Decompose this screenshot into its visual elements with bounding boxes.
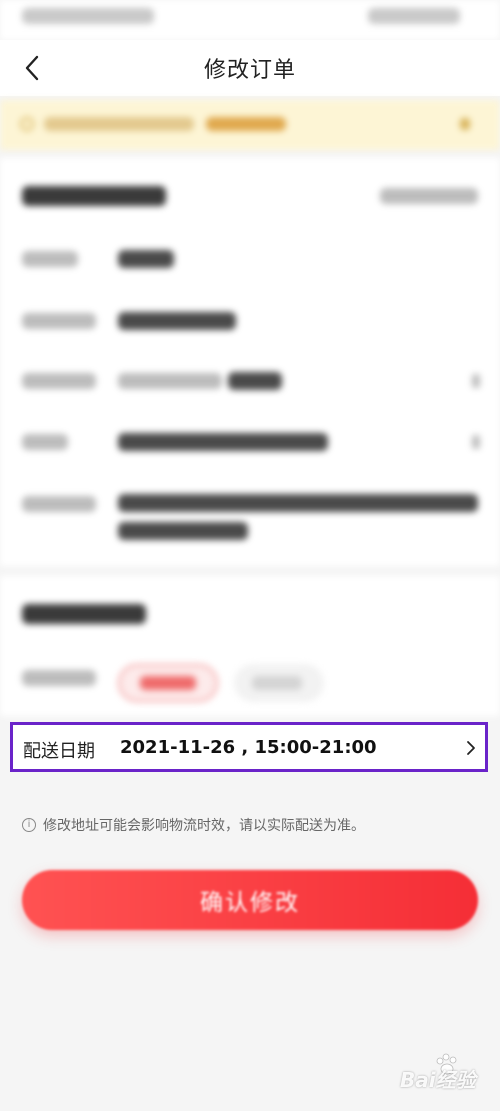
notice-banner[interactable]: [0, 100, 500, 150]
chevron-right-icon: [467, 741, 475, 755]
watermark-text: Bai经验: [400, 1068, 476, 1092]
delivery-date-label: 配送日期: [23, 741, 95, 762]
chevron-right-icon: [472, 374, 480, 388]
delivery-option[interactable]: [234, 664, 324, 702]
delivery-option-selected[interactable]: [118, 664, 218, 702]
hint-line: i 修改地址可能会影响物流时效，请以实际配送为准。: [22, 814, 482, 836]
region-district-placeholder[interactable]: [228, 372, 282, 390]
notice-text-placeholder: [44, 117, 194, 131]
status-right-placeholder: [368, 8, 460, 24]
info-circle-icon: i: [22, 818, 36, 832]
detail-address-line2-placeholder[interactable]: [118, 522, 248, 540]
nav-bar: 修改订单: [0, 40, 500, 96]
street-placeholder[interactable]: [118, 433, 328, 451]
chevron-right-icon: [472, 435, 480, 449]
switch-address-placeholder[interactable]: [380, 188, 478, 204]
receiver-name-placeholder[interactable]: [118, 250, 174, 268]
receiver-info-card: [0, 158, 500, 566]
field-label-placeholder: [22, 251, 78, 267]
phone-placeholder[interactable]: [118, 312, 236, 330]
notice-icon: [20, 117, 34, 131]
detail-address-line1-placeholder[interactable]: [118, 494, 478, 512]
field-label-placeholder: [22, 434, 68, 450]
notice-link-placeholder: [206, 117, 286, 131]
status-bar: [0, 0, 500, 40]
notice-arrow-icon: [460, 118, 470, 130]
field-label-placeholder: [22, 496, 96, 512]
option-label-placeholder: [252, 676, 302, 690]
section-title-placeholder: [22, 186, 166, 206]
field-label-placeholder: [22, 313, 96, 329]
region-placeholder[interactable]: [118, 373, 222, 389]
field-label-placeholder: [22, 373, 96, 389]
status-left-placeholder: [22, 8, 154, 24]
watermark: Bai经验: [400, 1053, 484, 1092]
delivery-date-value: 2021-11-26 , 15:00-21:00: [120, 737, 377, 758]
confirm-button[interactable]: 确认修改: [22, 870, 478, 930]
page-title: 修改订单: [203, 58, 296, 83]
option-label-placeholder: [140, 676, 196, 690]
field-label-placeholder: [22, 670, 96, 686]
hint-text: 修改地址可能会影响物流时效，请以实际配送为准。: [43, 818, 365, 834]
delivery-date-row[interactable]: 配送日期 2021-11-26 , 15:00-21:00: [10, 722, 488, 772]
section-title-placeholder: [22, 604, 146, 624]
